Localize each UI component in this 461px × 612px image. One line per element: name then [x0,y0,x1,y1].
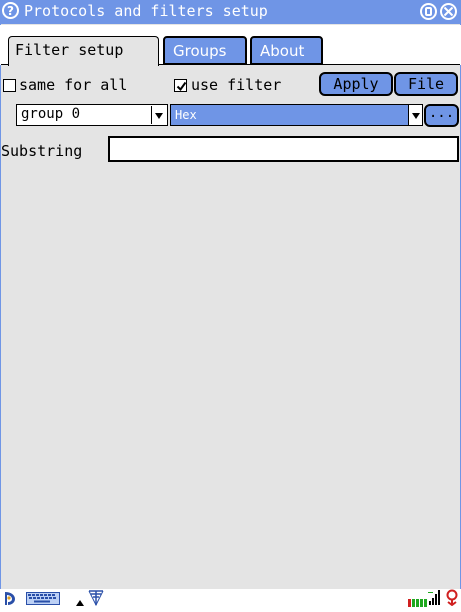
tab-groups[interactable]: Groups [163,36,247,64]
window-title: Protocols and filters setup [24,2,268,20]
taskbar [0,589,461,607]
chevron-down-icon[interactable] [151,106,166,124]
battery-icon[interactable] [408,594,428,612]
checkmark-icon [176,81,187,92]
close-icon[interactable] [440,3,457,20]
tab-filter-setup[interactable]: Filter setup [8,36,159,66]
format-select[interactable]: Hex [170,104,423,126]
same-for-all-checkbox[interactable] [3,79,16,92]
group-select[interactable]: group 0 [16,104,168,126]
tab-about[interactable]: About [250,36,323,64]
keyboard-icon[interactable] [26,590,60,610]
use-filter-label: use filter [191,76,282,94]
substring-label: Substring [1,142,83,160]
network-antenna-icon[interactable] [88,590,104,610]
format-select-value: Hex [175,108,197,122]
tab-baseline-left [1,64,8,65]
chevron-down-icon[interactable] [408,104,423,126]
start-menu-icon[interactable] [2,590,18,610]
help-icon[interactable]: ? [2,2,19,19]
tab-baseline [159,64,460,65]
group-select-value: group 0 [21,106,81,122]
substring-input[interactable] [108,136,459,162]
file-button[interactable]: File [394,72,458,96]
apply-button[interactable]: Apply [319,72,393,96]
menu-arrow-up-icon[interactable] [76,593,84,611]
more-options-button[interactable]: ... [424,104,459,127]
use-filter-checkbox[interactable] [174,79,187,92]
app-window: ? Protocols and filters setup Filter set… [0,0,461,607]
title-bar: ? Protocols and filters setup [0,0,461,25]
same-for-all-label: same for all [19,76,128,94]
maximize-icon[interactable] [420,3,437,20]
